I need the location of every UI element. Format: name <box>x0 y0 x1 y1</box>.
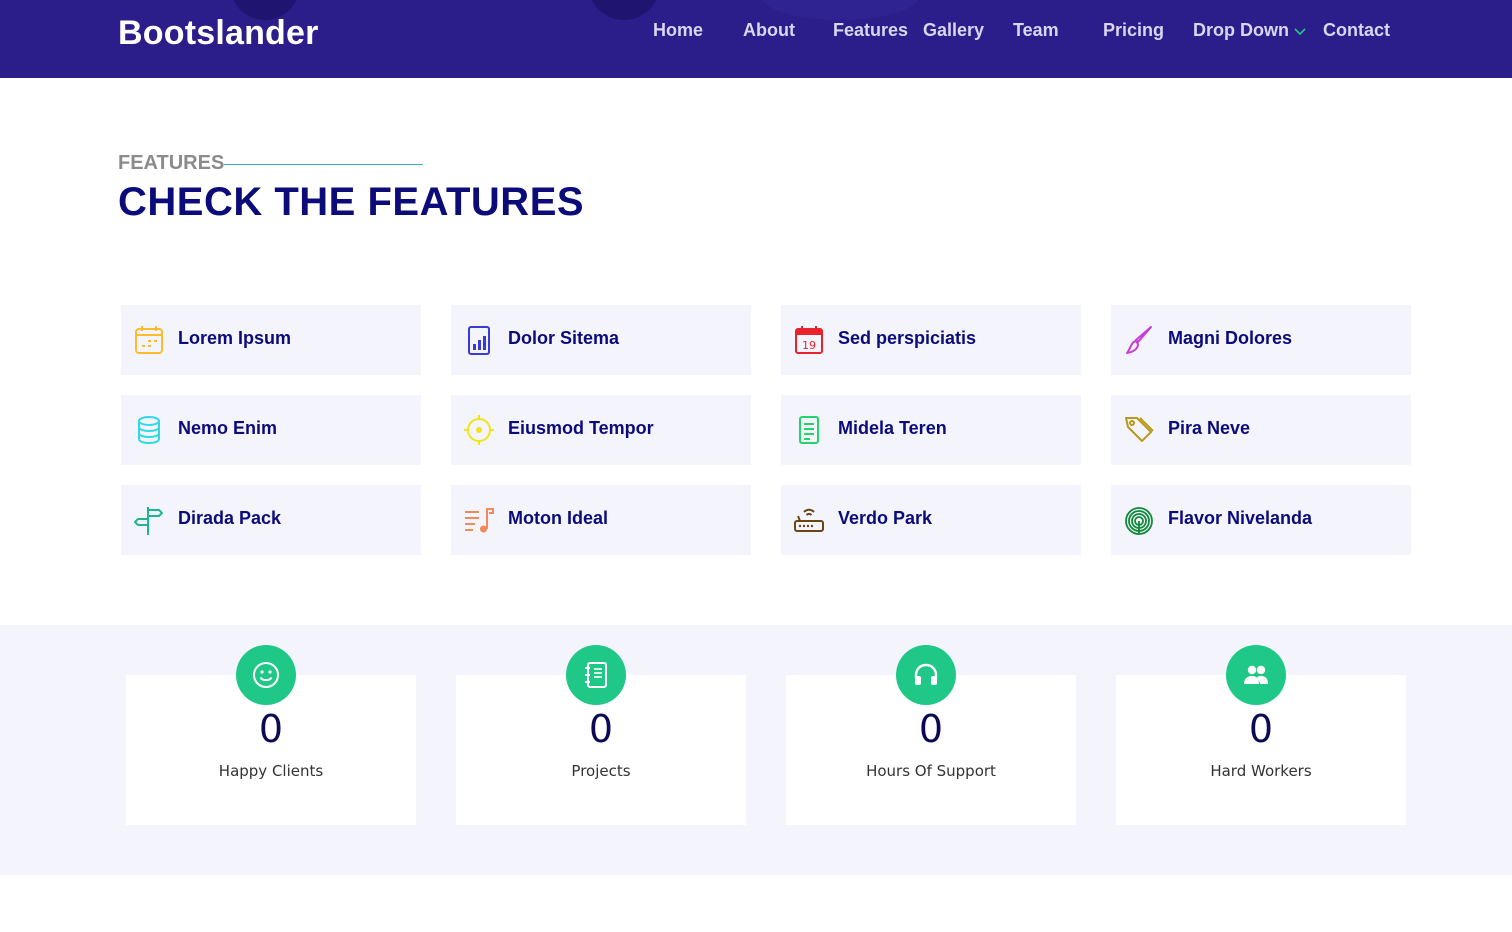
headset-icon <box>914 663 938 685</box>
feature-card-nemo-enim[interactable]: Nemo Enim <box>121 395 421 465</box>
section-kicker: FEATURES <box>118 152 225 174</box>
feature-label: Dolor Sitema <box>508 328 620 348</box>
feature-card-flavor-nivelanda[interactable]: Flavor Nivelanda <box>1111 485 1411 555</box>
feature-card-pira-neve[interactable]: Pira Neve <box>1111 395 1411 465</box>
feature-card-verdo-park[interactable]: Verdo Park <box>781 485 1081 555</box>
count-value: 0 <box>1248 707 1274 751</box>
header-decoration <box>588 0 660 20</box>
feature-label: Dirada Pack <box>178 508 282 528</box>
router-icon <box>794 508 824 532</box>
nav-item-home[interactable]: Home <box>653 20 703 41</box>
nav-item-team[interactable]: Team <box>1013 20 1059 41</box>
count-badge <box>566 645 626 705</box>
calendar-grid-icon <box>135 326 163 354</box>
nav-item-features[interactable]: Features <box>833 20 908 41</box>
nav-item-about[interactable]: About <box>743 20 795 41</box>
feature-label: Eiusmod Tempor <box>508 418 654 438</box>
feature-card-lorem-ipsum[interactable]: Lorem Ipsum <box>121 305 421 375</box>
count-badge <box>896 645 956 705</box>
count-badge <box>1226 645 1286 705</box>
feature-label: Midela Teren <box>838 418 947 438</box>
price-tag-icon <box>1125 417 1154 442</box>
kicker-divider <box>224 164 423 165</box>
feature-label: Sed perspiciatis <box>838 328 977 348</box>
count-label: Hard Workers <box>1210 762 1312 780</box>
feature-card-midela-teren[interactable]: Midela Teren <box>781 395 1081 465</box>
calendar-date-text: 19 <box>802 339 816 352</box>
count-badge <box>236 645 296 705</box>
nav-item-pricing[interactable]: Pricing <box>1103 20 1164 41</box>
signpost-icon <box>134 507 163 535</box>
feature-label: Lorem Ipsum <box>178 328 292 348</box>
nav-item-gallery[interactable]: Gallery <box>923 20 984 41</box>
paint-brush-icon <box>1126 326 1152 354</box>
journal-icon <box>585 662 607 688</box>
feature-label: Magni Dolores <box>1168 328 1293 348</box>
feature-label: Nemo Enim <box>178 418 278 438</box>
feature-card-dolor-sitema[interactable]: Dolor Sitema <box>451 305 751 375</box>
target-icon <box>464 415 494 445</box>
section-title: CHECK THE FEATURES <box>118 180 585 224</box>
nav-item-drop-down-label: Drop Down <box>1193 20 1289 40</box>
site-logo[interactable]: Bootslander <box>118 14 319 53</box>
count-value: 0 <box>918 707 944 751</box>
count-label: Projects <box>571 762 631 780</box>
feature-card-moton-ideal[interactable]: Moton Ideal <box>451 485 751 555</box>
feature-card-magni-dolores[interactable]: Magni Dolores <box>1111 305 1411 375</box>
chevron-down-icon <box>1294 28 1306 36</box>
site-header: Bootslander Home About Features Gallery … <box>0 0 1512 78</box>
header-decoration <box>760 0 920 20</box>
count-label: Happy Clients <box>218 762 324 780</box>
feature-card-sed-perspiciatis[interactable]: 19 Sed perspiciatis <box>781 305 1081 375</box>
feature-card-eiusmod-tempor[interactable]: Eiusmod Tempor <box>451 395 751 465</box>
calendar-date-icon: 19 <box>795 326 823 354</box>
feature-label: Moton Ideal <box>508 508 608 528</box>
database-icon <box>138 416 160 445</box>
nav-item-contact[interactable]: Contact <box>1323 20 1390 41</box>
feature-label: Pira Neve <box>1168 418 1251 438</box>
smile-icon <box>253 662 279 688</box>
feature-label: Flavor Nivelanda <box>1168 508 1313 528</box>
people-icon <box>1244 665 1268 684</box>
count-label: Hours Of Support <box>866 762 996 780</box>
feature-label: Verdo Park <box>838 508 933 528</box>
music-list-icon <box>465 508 494 533</box>
count-value: 0 <box>588 707 614 751</box>
fingerprint-icon <box>1125 507 1153 535</box>
nav-item-drop-down[interactable]: Drop Down <box>1193 20 1307 41</box>
count-value: 0 <box>258 707 284 751</box>
bar-chart-icon <box>468 326 490 355</box>
feature-card-dirada-pack[interactable]: Dirada Pack <box>121 485 421 555</box>
document-icon <box>799 416 819 444</box>
